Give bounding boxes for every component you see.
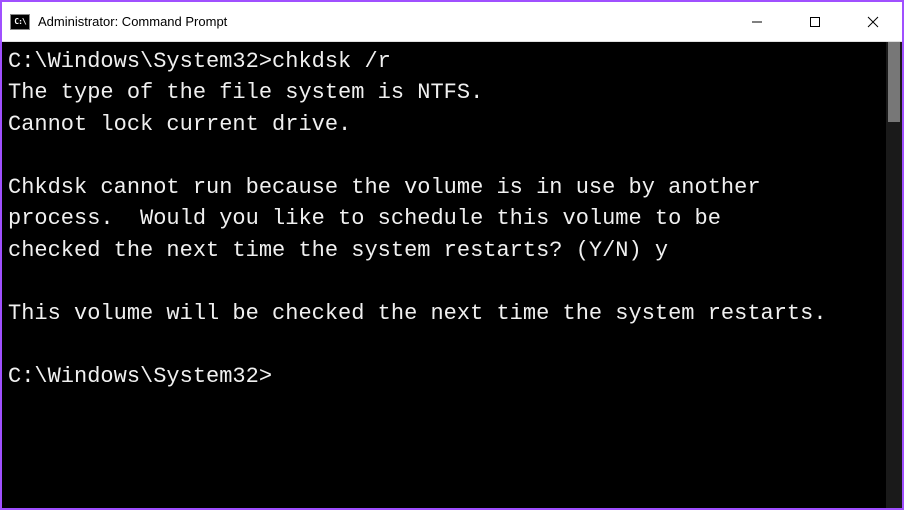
close-button[interactable] [844,2,902,41]
close-icon [867,16,879,28]
prompt-path: C:\Windows\System32> [8,364,272,389]
window-controls [728,2,902,41]
titlebar[interactable]: C:\ Administrator: Command Prompt [2,2,902,42]
scrollbar-thumb[interactable] [888,42,900,122]
terminal-output[interactable]: C:\Windows\System32>chkdsk /r The type o… [2,42,886,508]
output-line: Chkdsk cannot run because the volume is … [8,175,761,200]
cmd-icon: C:\ [10,14,30,30]
window-title: Administrator: Command Prompt [38,14,728,29]
output-line: This volume will be checked the next tim… [8,301,827,326]
vertical-scrollbar[interactable] [886,42,902,508]
output-line: Cannot lock current drive. [8,112,351,137]
minimize-button[interactable] [728,2,786,41]
maximize-icon [809,16,821,28]
prompt-command: chkdsk /r [272,49,391,74]
prompt-path: C:\Windows\System32> [8,49,272,74]
maximize-button[interactable] [786,2,844,41]
minimize-icon [751,16,763,28]
output-line: checked the next time the system restart… [8,238,668,263]
command-prompt-window: C:\ Administrator: Command Prompt C:\Win… [2,2,902,508]
output-line: process. Would you like to schedule this… [8,206,721,231]
terminal-area: C:\Windows\System32>chkdsk /r The type o… [2,42,902,508]
output-line: The type of the file system is NTFS. [8,80,483,105]
